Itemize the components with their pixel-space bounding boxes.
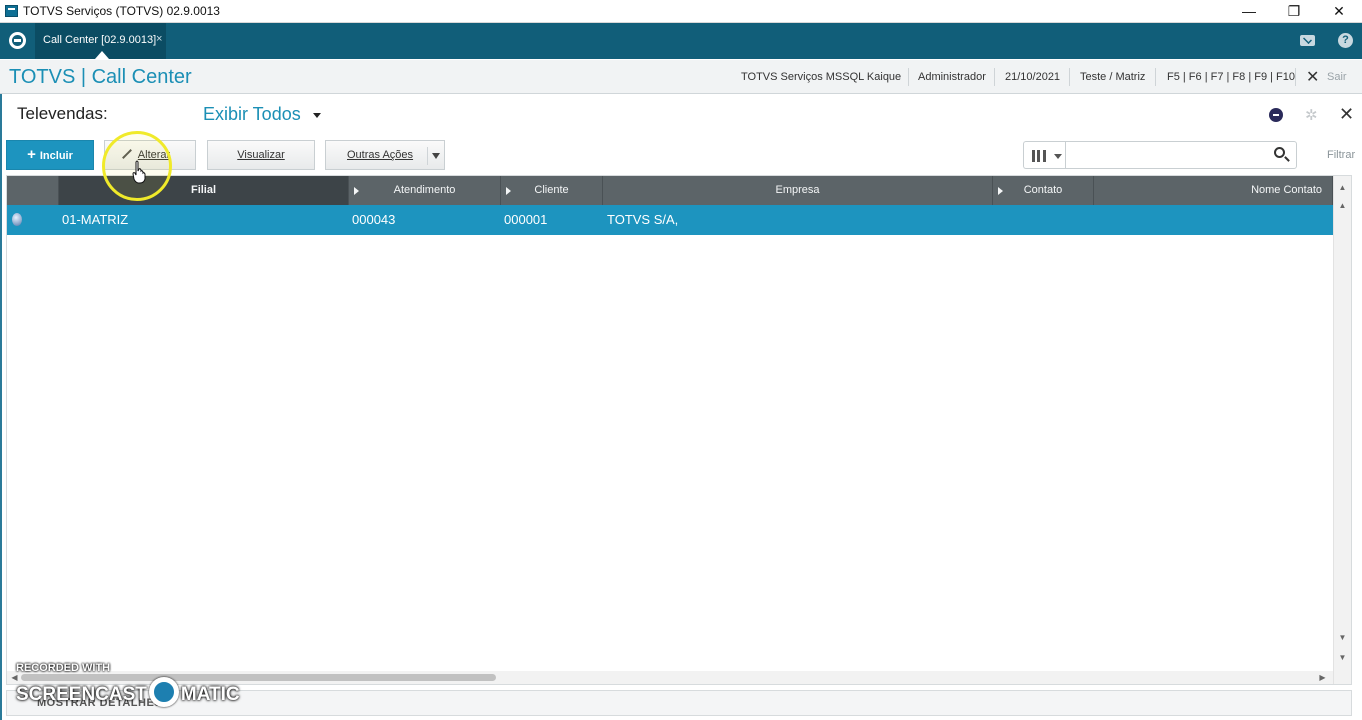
watermark-recorded: RECORDED WITH [16,662,111,674]
legend-icon[interactable] [1269,108,1283,122]
column-label: Empresa [775,184,820,196]
grid-header: Filial Atendimento Cliente Empresa Conta… [7,176,1333,205]
company-label[interactable]: Teste / Matriz [1080,71,1145,83]
function-keys[interactable]: F5 | F6 | F7 | F8 | F9 | F10 [1167,71,1295,83]
header-divider [1155,68,1156,86]
help-icon[interactable]: ? [1338,33,1353,48]
search-icon[interactable] [1274,147,1285,158]
column-header-atendimento[interactable]: Atendimento [349,176,501,205]
chevron-down-icon[interactable] [313,113,321,118]
header-divider [1069,68,1070,86]
sort-arrow-icon [506,187,511,195]
chevron-down-icon [1054,154,1062,159]
window-left-edge [0,60,2,720]
close-browse-icon[interactable]: ✕ [1339,104,1354,125]
tab-close-icon[interactable]: × [156,33,162,45]
tab-call-center[interactable]: Call Center [02.9.0013] × [35,23,166,59]
date-label[interactable]: 21/10/2021 [1005,71,1060,83]
plus-icon: + [27,146,36,163]
gear-icon[interactable]: ✲ [1305,106,1318,124]
column-header-filial[interactable]: Filial [59,176,349,205]
environment-label[interactable]: TOTVS Serviços MSSQL Kaique [741,71,901,83]
column-header-contato[interactable]: Contato [993,176,1094,205]
view-selector[interactable]: Exibir Todos [203,104,301,125]
window-close-button[interactable]: ✕ [1316,0,1362,22]
search-input[interactable] [1065,141,1297,169]
mail-icon[interactable] [1300,35,1315,46]
window-title: TOTVS Serviços (TOTVS) 02.9.0013 [23,4,220,18]
cell-empresa: TOTVS S/A, [607,212,679,227]
cell-cliente: 000001 [504,212,548,227]
scroll-right-icon[interactable]: ▶ [1317,672,1328,683]
column-label: Atendimento [393,184,456,196]
watermark-brand-left: SCREENCAST [16,684,147,706]
vertical-scrollbar[interactable]: ▲ ▲ ▼ ▼ [1333,176,1351,684]
screencast-logo: SCREENCAST MATIC [16,677,240,710]
status-legend-icon [12,213,22,226]
chevron-down-icon[interactable] [432,153,440,159]
data-grid: Filial Atendimento Cliente Empresa Conta… [6,175,1352,685]
scroll-up-icon[interactable]: ▲ [1337,200,1348,211]
column-header-cliente[interactable]: Cliente [501,176,603,205]
restore-button[interactable]: ❐ [1271,0,1317,22]
column-label: Cliente [534,184,569,196]
app-brand: TOTVS | Call Center [9,66,192,88]
incluir-label: Incluir [39,150,73,162]
incluir-button[interactable]: + Incluir [6,140,94,170]
scroll-down-icon[interactable]: ▼ [1337,632,1348,643]
column-header-legend[interactable] [7,176,59,205]
outras-acoes-button[interactable]: Outras Ações [325,140,445,170]
dropdown-divider [427,147,428,165]
minimize-button[interactable]: — [1226,0,1272,22]
screencast-ring-icon [148,677,179,707]
exit-icon[interactable]: ✕ [1306,67,1319,87]
outras-acoes-label: Outras Ações [347,149,414,161]
scroll-top-icon[interactable]: ▲ [1337,182,1348,193]
watermark-brand-right: MATIC [180,684,240,706]
sort-arrow-icon [354,187,359,195]
hand-cursor-icon [132,160,146,184]
visualizar-button[interactable]: Visualizar [207,140,315,170]
totvs-logo-icon[interactable] [9,32,26,49]
filter-button[interactable]: Filtrar [1327,149,1355,161]
app-header: TOTVS | Call Center TOTVS Serviços MSSQL… [0,60,1362,94]
header-divider [908,68,909,86]
column-label: Nome Contato [1251,184,1322,196]
column-label: Contato [1023,184,1063,196]
cell-atendimento: 000043 [352,212,396,227]
user-label[interactable]: Administrador [918,71,986,83]
scroll-bottom-icon[interactable]: ▼ [1337,652,1348,663]
exit-button[interactable]: Sair [1327,71,1347,83]
sort-arrow-icon [998,187,1003,195]
tab-label: Call Center [02.9.0013] [43,34,157,46]
tab-active-notch [95,51,109,59]
window-titlebar: TOTVS Serviços (TOTVS) 02.9.0013 — ❐ ✕ [0,0,1362,23]
header-divider [1295,68,1296,86]
cell-filial: 01-MATRIZ [62,212,129,227]
visualizar-label: Visualizar [237,149,285,161]
table-row[interactable]: 01-MATRIZ 000043 000001 TOTVS S/A, [7,205,1333,235]
header-divider [994,68,995,86]
page-title: Televendas: [17,104,108,123]
column-header-empresa[interactable]: Empresa [603,176,993,205]
columns-icon [1032,150,1046,162]
tab-bar: Call Center [02.9.0013] × ? [0,23,1362,59]
column-label: Filial [190,184,217,196]
column-selector[interactable] [1023,141,1065,169]
column-header-nome-contato[interactable]: Nome Contato [1094,176,1333,205]
app-icon [5,5,18,17]
